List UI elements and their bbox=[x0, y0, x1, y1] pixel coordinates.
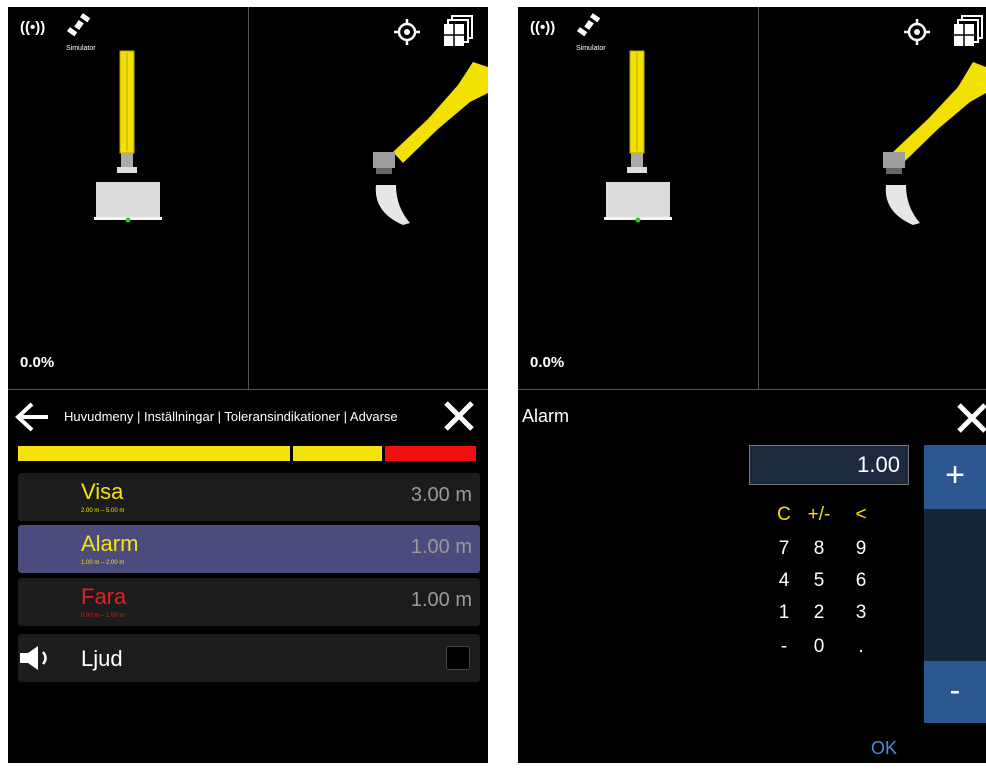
numpad-title: Alarm bbox=[522, 406, 570, 426]
row-value: 1.00 m bbox=[410, 536, 472, 558]
row-range: 1.00 m – 2.00 m bbox=[81, 560, 125, 566]
setting-row-alarm[interactable]: Alarm 1.00 m – 2.00 m 1.00 m bbox=[18, 525, 480, 573]
menu-header: Huvudmeny | Inställningar | Toleransindi… bbox=[8, 395, 488, 439]
key-0-2[interactable]: < bbox=[846, 504, 876, 526]
row-label: Visa bbox=[81, 479, 124, 504]
sound-checkbox[interactable] bbox=[446, 646, 470, 670]
key-1-0[interactable]: 7 bbox=[769, 538, 799, 560]
wireless-signal-icon: ((•)) bbox=[530, 19, 556, 36]
wireless-signal-icon: ((•)) bbox=[20, 19, 46, 36]
layers-icon[interactable] bbox=[954, 15, 984, 47]
satellite-icon bbox=[577, 13, 601, 37]
key-4-1[interactable]: 0 bbox=[804, 636, 834, 658]
key-2-0[interactable]: 4 bbox=[769, 570, 799, 592]
speaker-icon bbox=[20, 646, 47, 670]
tolerance-settings-screen: ((•)) Simulator 0.0% Huvudmeny | Inställ… bbox=[8, 7, 488, 763]
tolerance-bar-visa bbox=[18, 446, 290, 461]
key-4-0[interactable]: - bbox=[769, 636, 799, 658]
value-input[interactable]: 1.00 bbox=[749, 445, 909, 485]
key-2-2[interactable]: 6 bbox=[846, 570, 876, 592]
viewport-divider bbox=[758, 7, 759, 389]
row-label: Alarm bbox=[81, 531, 139, 556]
breadcrumb: Huvudmeny | Inställningar | Toleransindi… bbox=[64, 409, 398, 424]
row-range: 2.00 m – 5.00 m bbox=[81, 508, 125, 514]
row-value: 3.00 m bbox=[410, 484, 472, 506]
increment-button[interactable]: + bbox=[924, 445, 986, 509]
close-icon[interactable] bbox=[442, 399, 476, 433]
decrement-button[interactable]: - bbox=[924, 661, 986, 723]
key-2-1[interactable]: 5 bbox=[804, 570, 834, 592]
simulator-label: Simulator bbox=[66, 45, 96, 52]
layers-icon[interactable] bbox=[444, 15, 474, 47]
row-label: Fara bbox=[81, 584, 127, 609]
setting-row-ljud[interactable]: Ljud bbox=[18, 634, 480, 682]
key-4-2[interactable]: . bbox=[846, 636, 876, 658]
target-icon[interactable] bbox=[904, 19, 930, 45]
key-1-1[interactable]: 8 bbox=[804, 538, 834, 560]
key-3-0[interactable]: 1 bbox=[769, 602, 799, 624]
row-range: 0.00 m – 1.00 m bbox=[81, 613, 125, 619]
key-3-2[interactable]: 3 bbox=[846, 602, 876, 624]
setting-row-fara[interactable]: Fara 0.00 m – 1.00 m 1.00 m bbox=[18, 578, 480, 626]
tolerance-bar-alarm bbox=[293, 446, 382, 461]
panel-divider bbox=[518, 389, 986, 390]
excavator-view bbox=[604, 50, 986, 225]
key-1-2[interactable]: 9 bbox=[846, 538, 876, 560]
key-0-0[interactable]: C bbox=[769, 504, 799, 526]
sound-label: Ljud bbox=[81, 646, 123, 671]
key-3-1[interactable]: 2 bbox=[804, 602, 834, 624]
grade-readout: 0.0% bbox=[20, 354, 55, 371]
machine-viewport[interactable]: ((•)) Simulator 0.0% bbox=[518, 7, 986, 389]
tolerance-bar-fara bbox=[385, 446, 476, 461]
simulator-label: Simulator bbox=[576, 45, 606, 52]
setting-row-visa[interactable]: Visa 2.00 m – 5.00 m 3.00 m bbox=[18, 473, 480, 521]
machine-viewport[interactable]: ((•)) Simulator 0.0% bbox=[8, 7, 488, 389]
row-value: 1.00 m bbox=[410, 589, 472, 611]
numpad-screen: ((•)) Simulator 0.0% Alarm 1.00 C +/- < … bbox=[518, 7, 986, 763]
grade-readout: 0.0% bbox=[530, 354, 565, 371]
close-icon[interactable] bbox=[955, 401, 986, 435]
target-icon[interactable] bbox=[394, 19, 420, 45]
viewport-divider bbox=[248, 7, 249, 389]
key-0-1[interactable]: +/- bbox=[804, 504, 834, 526]
back-arrow-icon[interactable] bbox=[14, 401, 50, 433]
ok-button[interactable]: OK bbox=[871, 738, 897, 759]
panel-divider bbox=[8, 389, 488, 390]
satellite-icon bbox=[67, 13, 91, 37]
